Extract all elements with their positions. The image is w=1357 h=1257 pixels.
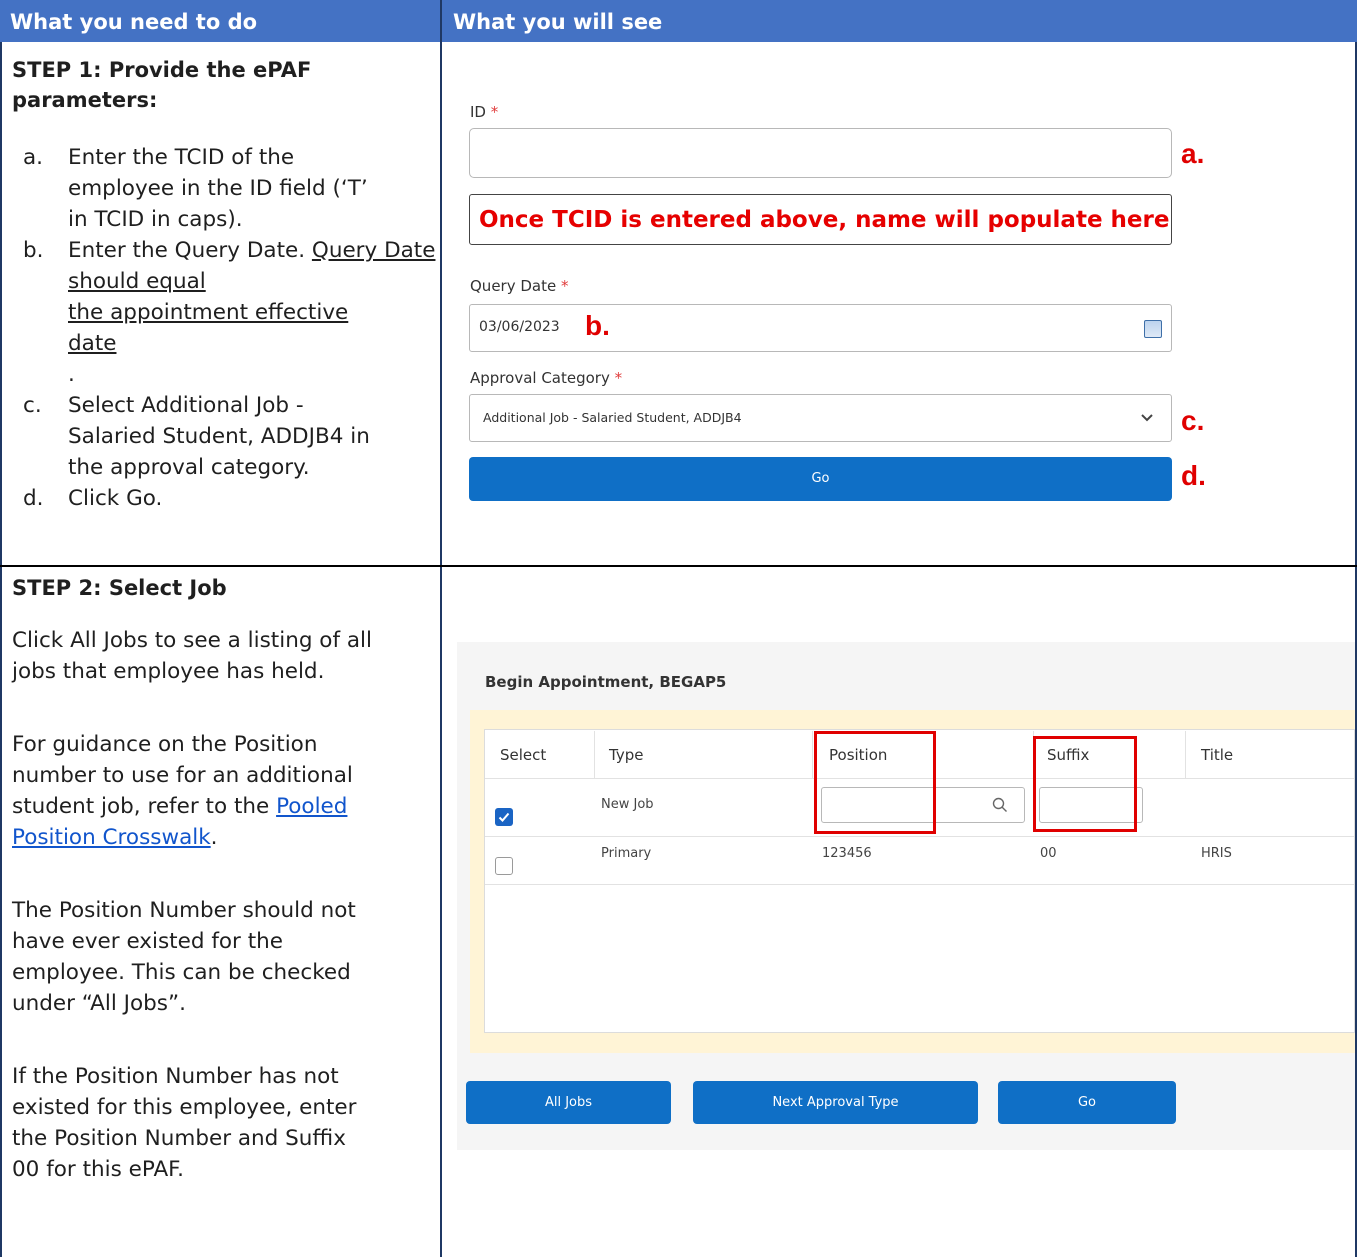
search-icon[interactable] — [992, 797, 1008, 813]
table-divider — [440, 0, 442, 1257]
col-sep — [812, 731, 813, 778]
employee-name-placeholder: Once TCID is entered above, name will po… — [469, 194, 1172, 245]
approval-category-label: Approval Category * — [470, 369, 623, 387]
panel-title: Begin Appointment, BEGAP5 — [485, 673, 727, 691]
id-label: ID * — [470, 103, 499, 121]
step1-item-b: b. Enter the Query Date. Query Date shou… — [23, 238, 436, 387]
step2-go-button[interactable]: Go — [998, 1081, 1176, 1124]
id-input[interactable] — [469, 128, 1172, 178]
row2-position: 123456 — [822, 846, 872, 861]
query-date-label: Query Date * — [470, 277, 569, 295]
approval-category-select[interactable]: Additional Job - Salaried Student, ADDJB… — [469, 394, 1172, 442]
row2-title: HRIS — [1201, 846, 1232, 861]
go-button[interactable]: Go — [469, 457, 1172, 501]
header-what-to-do: What you need to do — [10, 10, 258, 34]
step1-item-d: d. Click Go. — [23, 486, 163, 511]
row-divider — [0, 565, 1357, 567]
col-sep — [594, 731, 595, 778]
row1-type: New Job — [601, 797, 654, 812]
row2-select-checkbox[interactable] — [495, 857, 513, 875]
callout-c: c. — [1181, 405, 1205, 436]
suffix-highlight-box — [1033, 736, 1137, 832]
callout-d: d. — [1181, 460, 1206, 491]
position-highlight-box — [814, 731, 936, 834]
step1-instructions: a. Enter the TCID of the employee in the… — [12, 142, 437, 514]
col-sep — [1185, 731, 1186, 778]
checkmark-icon — [498, 812, 510, 822]
callout-a: a. — [1181, 138, 1205, 169]
col-title: Title — [1201, 746, 1234, 764]
col-type: Type — [609, 746, 644, 764]
calendar-icon[interactable] — [1144, 320, 1162, 338]
query-date-field[interactable]: 03/06/2023 b. — [469, 304, 1172, 352]
next-approval-type-button[interactable]: Next Approval Type — [693, 1081, 978, 1124]
row1-select-checkbox[interactable] — [495, 808, 513, 826]
row-rule — [485, 836, 1354, 837]
step1-item-a: a. Enter the TCID of the employee in the… — [23, 145, 368, 232]
step1-item-c: c. Select Additional Job - Salaried Stud… — [23, 393, 370, 480]
pooled-position-crosswalk-link-cont[interactable]: Position Crosswalk — [12, 825, 211, 850]
step2-instructions: Click All Jobs to see a listing of all j… — [12, 628, 372, 1182]
table-border-left — [0, 42, 2, 1257]
row-rule — [485, 884, 1354, 885]
all-jobs-button[interactable]: All Jobs — [466, 1081, 671, 1124]
step1-title: STEP 1: Provide the ePAF parameters: — [12, 58, 312, 112]
header-what-you-see: What you will see — [453, 10, 663, 34]
col-select: Select — [500, 746, 547, 764]
step2-title: STEP 2: Select Job — [12, 576, 227, 600]
chevron-down-icon — [1141, 414, 1153, 422]
callout-b: b. — [585, 310, 610, 341]
row2-type: Primary — [601, 846, 652, 861]
row2-suffix: 00 — [1040, 846, 1057, 861]
query-date-value: 03/06/2023 — [479, 319, 560, 335]
pooled-position-crosswalk-link[interactable]: Pooled — [276, 794, 347, 819]
